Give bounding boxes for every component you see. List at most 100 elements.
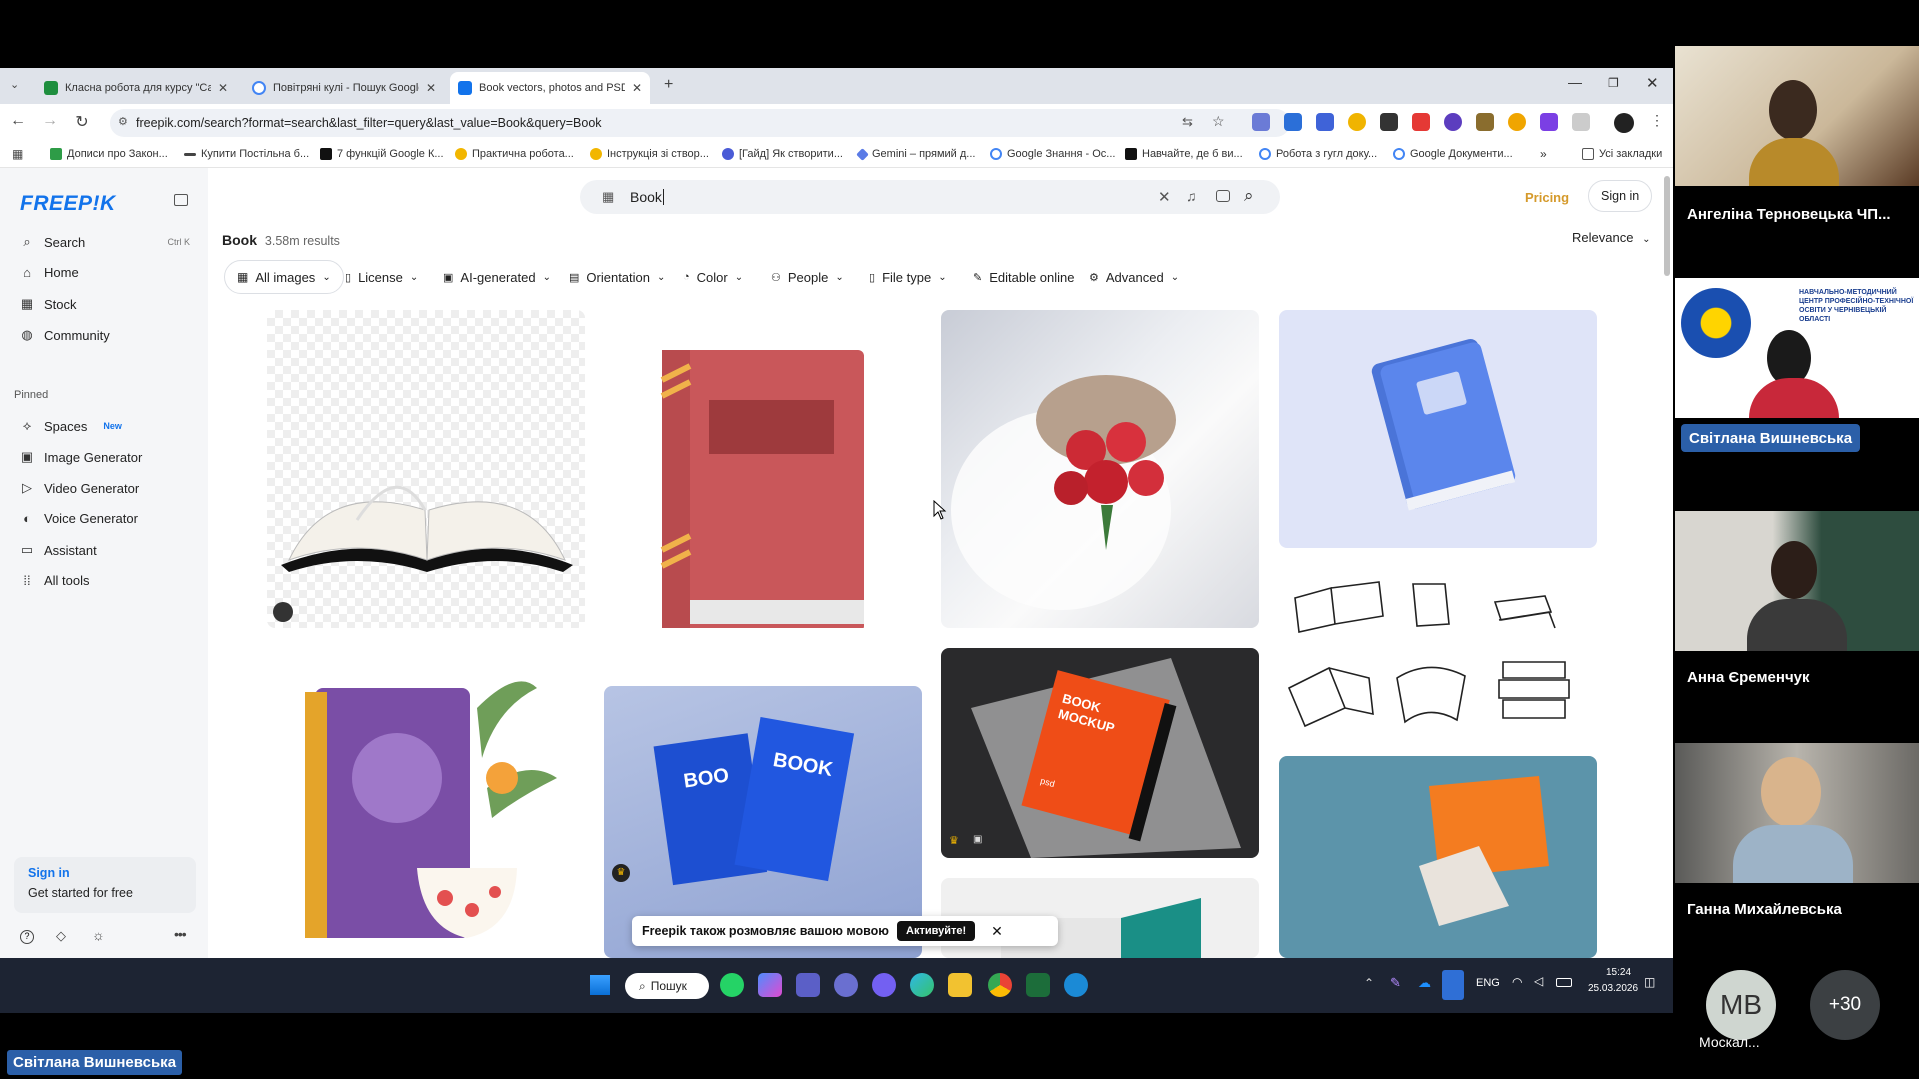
more-options-icon[interactable]: •••: [174, 926, 187, 942]
notifications-icon[interactable]: ◫: [1644, 975, 1655, 989]
language-indicator[interactable]: ENG: [1476, 977, 1500, 989]
extension-icon[interactable]: [1348, 113, 1366, 131]
more-bookmarks-icon[interactable]: »: [1540, 147, 1547, 161]
result-orange-book-teal[interactable]: [1279, 756, 1597, 958]
sidebar-item-assistant[interactable]: ▭ Assistant: [20, 542, 97, 558]
camera-search-icon[interactable]: [1216, 190, 1230, 202]
filter-color[interactable]: ◔ Color ⌄: [670, 260, 756, 294]
tab-freepik[interactable]: Book vectors, photos and PSD ✕: [450, 72, 650, 104]
bookmark-item[interactable]: Купити Постільна б...: [184, 148, 309, 160]
help-icon[interactable]: ?: [20, 930, 34, 944]
extension-icon[interactable]: [1508, 113, 1526, 131]
back-icon[interactable]: ←: [8, 112, 28, 130]
sidebar-search[interactable]: ⌕ Search Ctrl K: [20, 234, 190, 250]
clear-search-icon[interactable]: ✕: [1158, 188, 1171, 206]
extension-icon[interactable]: [1316, 113, 1334, 131]
signin-promo[interactable]: Sign in Get started for free: [14, 857, 196, 913]
bookmark-star-icon[interactable]: ☆: [1212, 113, 1225, 130]
bookmark-item[interactable]: Інструкція зі створ...: [590, 148, 709, 160]
extensions-puzzle-icon[interactable]: [1572, 113, 1590, 131]
activate-button[interactable]: Активуйте!: [897, 921, 976, 941]
theme-sun-icon[interactable]: ☼: [92, 927, 105, 943]
taskbar-search[interactable]: ⌕ Пошук: [625, 973, 709, 999]
result-purple-book-tea[interactable]: [267, 648, 585, 958]
bookmark-item[interactable]: 7 функцій Google К...: [320, 148, 444, 160]
search-input[interactable]: Book: [630, 189, 664, 205]
extension-icon[interactable]: [1284, 113, 1302, 131]
education-icon[interactable]: ◇: [56, 928, 66, 944]
participant-tile[interactable]: [1675, 743, 1919, 883]
site-info-icon[interactable]: ⚙: [118, 115, 128, 128]
participant-tile[interactable]: [1675, 46, 1919, 186]
edit-badge-icon[interactable]: [273, 602, 293, 622]
minimize-icon[interactable]: —: [1568, 74, 1582, 90]
sidebar-item-voice-generator[interactable]: ◐ Voice Generator: [20, 511, 138, 526]
microphone-tray-icon[interactable]: [1442, 970, 1464, 1000]
sidebar-item-home[interactable]: ⌂ Home: [20, 265, 79, 280]
filter-ai-generated[interactable]: ▣ AI-generated ⌄: [430, 260, 564, 294]
participant-tile[interactable]: [1675, 511, 1919, 651]
extension-icon[interactable]: [1380, 113, 1398, 131]
sidebar-item-image-generator[interactable]: ▣ Image Generator: [20, 449, 142, 465]
whatsapp-icon[interactable]: [720, 973, 744, 997]
close-tab-icon[interactable]: ✕: [218, 81, 228, 95]
forward-icon[interactable]: →: [40, 112, 60, 130]
file-explorer-icon[interactable]: [948, 973, 972, 997]
tab-list-icon[interactable]: ⌄: [10, 78, 19, 91]
result-open-book[interactable]: [267, 310, 585, 628]
wifi-icon[interactable]: ◠: [1512, 975, 1522, 989]
menu-kebab-icon[interactable]: ⋮: [1650, 112, 1664, 129]
windows-start-icon[interactable]: [590, 975, 610, 995]
teams-icon[interactable]: [796, 973, 820, 997]
new-tab-icon[interactable]: +: [664, 76, 673, 94]
edit-badge-icon[interactable]: ▣: [973, 834, 982, 845]
all-bookmarks[interactable]: Усі закладки: [1582, 148, 1662, 160]
apps-grid-icon[interactable]: ▦: [12, 147, 23, 161]
tray-pen-icon[interactable]: ✎: [1390, 975, 1401, 991]
search-submit-icon[interactable]: ⌕: [1244, 186, 1254, 206]
bookmark-item[interactable]: Дописи про Закон...: [50, 148, 168, 160]
close-toast-icon[interactable]: ✕: [991, 923, 1003, 940]
sort-dropdown[interactable]: Relevance ⌄: [1572, 230, 1650, 245]
extension-icon[interactable]: [1540, 113, 1558, 131]
clock-date[interactable]: 25.03.2026: [1588, 983, 1638, 994]
filter-editable-online[interactable]: ✎ Editable online: [960, 260, 1088, 294]
battery-icon[interactable]: [1556, 978, 1572, 987]
collapse-sidebar-icon[interactable]: [174, 194, 188, 206]
page-scrollbar[interactable]: [1664, 176, 1670, 276]
result-book-doodles[interactable]: [1279, 568, 1597, 736]
bookmark-item[interactable]: Практична робота...: [455, 148, 574, 160]
signin-button[interactable]: Sign in: [1588, 180, 1653, 212]
filter-orientation[interactable]: ▤ Orientation ⌄: [556, 260, 678, 294]
extension-icon[interactable]: [1444, 113, 1462, 131]
onedrive-icon[interactable]: ☁: [1418, 975, 1431, 991]
close-tab-icon[interactable]: ✕: [632, 81, 642, 95]
result-bouquet-photo[interactable]: [941, 310, 1259, 628]
bookmark-item[interactable]: [Гайд] Як створити...: [722, 148, 843, 160]
viber-icon[interactable]: [872, 973, 896, 997]
copilot-icon[interactable]: [758, 973, 782, 997]
filter-advanced[interactable]: ⚙ Advanced ⌄: [1076, 260, 1192, 294]
volume-icon[interactable]: ◁: [1534, 974, 1543, 988]
pricing-link[interactable]: Pricing: [1525, 190, 1569, 205]
close-tab-icon[interactable]: ✕: [426, 81, 436, 95]
edge-icon[interactable]: [910, 973, 934, 997]
result-red-book[interactable]: [604, 310, 922, 628]
search-type-grid-icon[interactable]: ▦: [602, 189, 614, 205]
app-icon[interactable]: [834, 973, 858, 997]
participant-tile-active[interactable]: НАВЧАЛЬНО-МЕТОДИЧНИЙ ЦЕНТР ПРОФЕСІЙНО-ТЕ…: [1675, 278, 1919, 418]
filter-all-images[interactable]: ▦ All images ⌄: [224, 260, 344, 294]
chrome-icon[interactable]: [988, 973, 1012, 997]
clock-time[interactable]: 15:24: [1606, 967, 1631, 978]
result-blue-book-3d[interactable]: [1279, 310, 1597, 548]
bookmark-item[interactable]: Google Документи...: [1393, 148, 1513, 160]
bookmark-item[interactable]: Робота з гугл доку...: [1259, 148, 1377, 160]
tray-chevron-icon[interactable]: ⌃: [1364, 976, 1374, 990]
filter-people[interactable]: ⚇ People ⌄: [758, 260, 857, 294]
url-field[interactable]: ⚙ freepik.com/search?format=search&last_…: [110, 109, 1290, 137]
tab-classroom[interactable]: Класна робота для курсу "Са ✕: [36, 72, 236, 104]
signin-link[interactable]: Sign in: [28, 866, 182, 880]
bookmark-item[interactable]: Google Знання - Ос...: [990, 148, 1115, 160]
reload-icon[interactable]: ↻: [72, 112, 92, 132]
participant-initials-avatar[interactable]: МВ: [1706, 970, 1776, 1040]
